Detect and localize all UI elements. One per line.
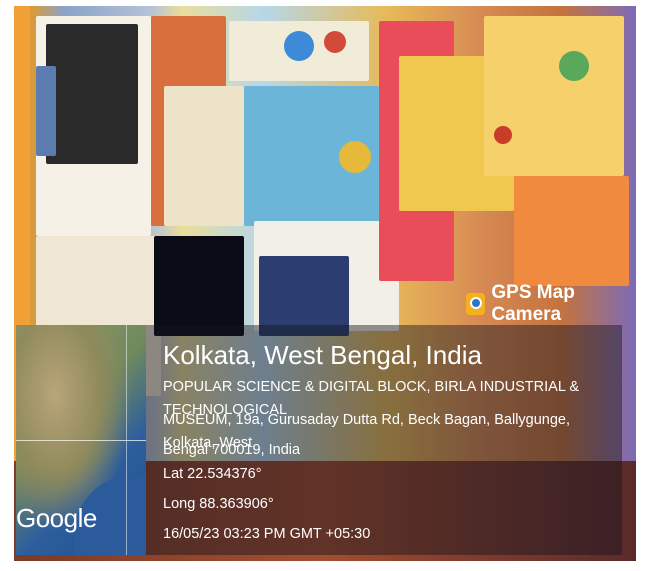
- exhibit-graphic: [339, 141, 371, 173]
- exhibit-graphic: [284, 31, 314, 61]
- exhibit-panel: [164, 86, 244, 226]
- exhibit-panel: [514, 176, 629, 286]
- latitude: Lat 22.534376°: [163, 466, 262, 482]
- longitude: Long 88.363906°: [163, 496, 274, 512]
- exhibit-graphic: [494, 126, 512, 144]
- map-gridline: [126, 325, 127, 555]
- address-line: Bengal 700019, India: [163, 442, 301, 458]
- gps-map-camera-icon: [466, 293, 486, 315]
- exhibit-panel: [154, 236, 244, 336]
- map-thumbnail: Google: [16, 325, 146, 555]
- timestamp: 16/05/23 03:23 PM GMT +05:30: [163, 526, 371, 542]
- location-title: Kolkata, West Bengal, India: [163, 340, 482, 370]
- exhibit-panel: [484, 16, 624, 176]
- exhibit-photo: [36, 66, 56, 156]
- google-logo: Google: [16, 503, 97, 533]
- exhibit-graphic: [324, 31, 346, 53]
- gps-map-camera-badge: GPS Map Camera: [466, 282, 645, 325]
- exhibit-panel: [259, 256, 349, 336]
- badge-label: GPS Map Camera: [491, 282, 575, 325]
- photo-frame: Google GPS Map Camera Kolkata, West Beng…: [0, 0, 645, 571]
- exhibit-graphic: [559, 51, 589, 81]
- exhibit-photo: [46, 24, 138, 164]
